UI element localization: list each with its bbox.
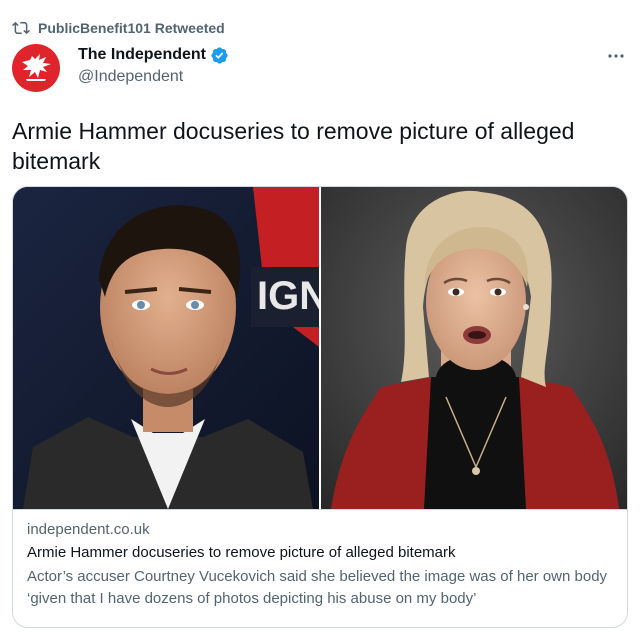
link-preview-card[interactable]: IGN (12, 186, 628, 628)
independent-eagle-logo (22, 54, 51, 81)
retweet-label[interactable]: PublicBenefit101 Retweeted (38, 20, 225, 36)
author-name[interactable]: The Independent (78, 46, 206, 64)
author-block: The Independent @Independent (78, 44, 229, 86)
author-handle[interactable]: @Independent (78, 68, 229, 86)
man-in-suit-photo: IGN (13, 187, 319, 509)
card-description: Actor’s accuser Courtney Vucekovich said… (27, 568, 608, 607)
card-domain: independent.co.uk (27, 521, 150, 538)
retweet-context[interactable]: PublicBenefit101 Retweeted (12, 16, 225, 40)
woman-speaking-photo (321, 187, 627, 509)
more-options-icon[interactable] (606, 46, 626, 66)
verified-badge-icon (210, 46, 229, 65)
avatar[interactable] (12, 44, 60, 92)
card-title: Armie Hammer docuseries to remove pictur… (27, 544, 456, 561)
svg-text:IGN: IGN (257, 274, 319, 318)
tweet-text: Armie Hammer docuseries to remove pictur… (12, 118, 575, 174)
retweet-icon (12, 19, 30, 37)
card-media[interactable]: IGN (13, 187, 627, 509)
card-body[interactable]: independent.co.uk Armie Hammer docuserie… (13, 509, 627, 620)
